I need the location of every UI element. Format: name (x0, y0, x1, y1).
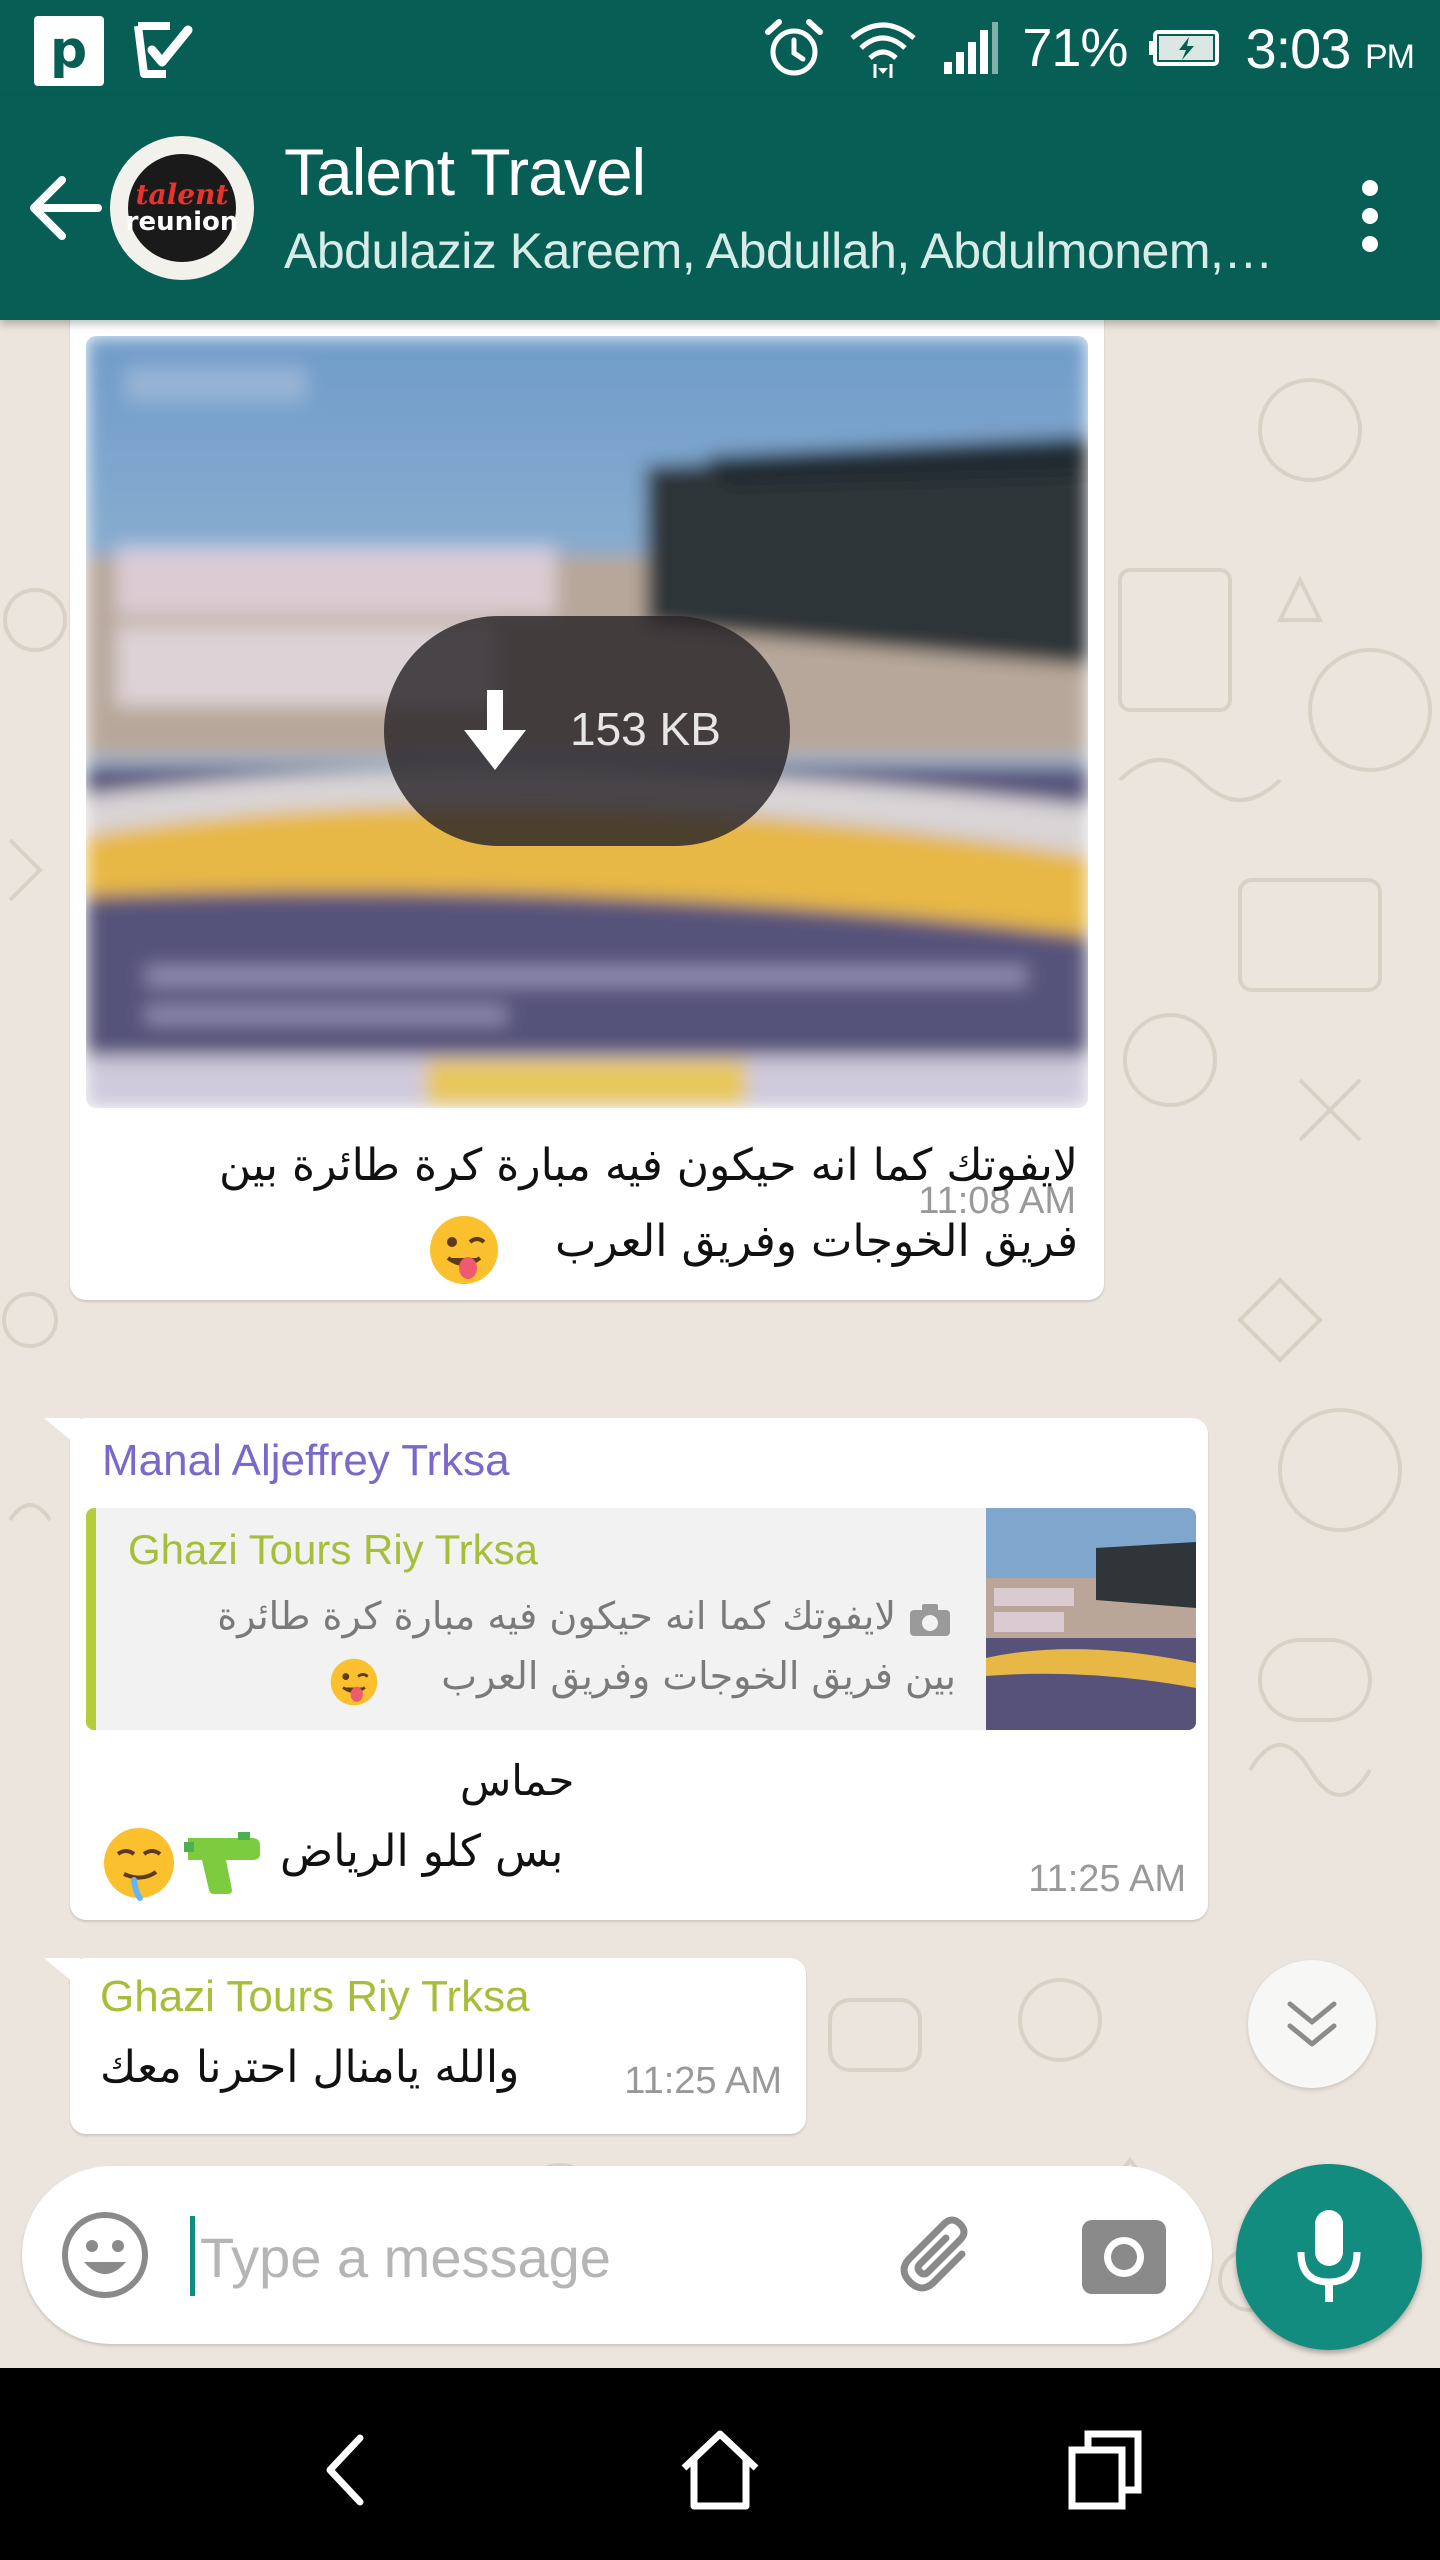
sender-name[interactable]: Ghazi Tours Riy Trksa (100, 1972, 530, 2022)
text-cursor (190, 2216, 195, 2296)
quoted-sender-name: Ghazi Tours Riy Trksa (128, 1526, 539, 1573)
message-text: والله يامنال احترنا معك (100, 2042, 520, 2093)
chat-title[interactable]: Talent Travel (284, 134, 646, 210)
message-text-line1: لايفوتك كما انه حيكون فيه مبارة كرة طائر… (219, 1140, 1078, 1191)
nav-recents-icon[interactable] (1054, 2420, 1154, 2520)
emoji-icon[interactable] (60, 2210, 150, 2300)
message-composer (22, 2166, 1212, 2344)
bubble-tail (44, 1958, 80, 1988)
paperclip-icon[interactable] (892, 2210, 988, 2306)
download-button[interactable]: 153 KB (384, 616, 790, 846)
download-arrow-icon (464, 690, 526, 770)
winking-tongue-emoji (430, 1216, 498, 1284)
message-timestamp: 11:25 AM (624, 2060, 782, 2102)
nav-back-icon[interactable] (300, 2420, 400, 2520)
status-icons: 71% 3:03 PM (762, 0, 1415, 96)
drooling-face-emoji (104, 1828, 174, 1901)
p-app-icon: p (34, 16, 104, 86)
quoted-message[interactable]: Ghazi Tours Riy Trksa لايفوتك كما انه حي… (86, 1508, 1196, 1730)
scroll-to-bottom-button[interactable] (1248, 1960, 1376, 2088)
text-message-bubble[interactable]: Ghazi Tours Riy Trksa والله يامنال احترن… (44, 1958, 806, 2134)
voice-record-button[interactable] (1236, 2164, 1422, 2350)
battery-percent: 71% (1022, 18, 1128, 78)
nav-home-icon[interactable] (670, 2420, 770, 2520)
camera-small-icon (910, 1604, 950, 1636)
double-chevron-down-icon (1287, 2001, 1337, 2047)
quoted-text-line1: لايفوتك كما انه حيكون فيه مبارة كرة طائر… (217, 1594, 896, 1638)
chat-participants[interactable]: Abdulaziz Kareem, Abdullah, Abdulmonem,… (284, 222, 1284, 280)
message-timestamp: 11:25 AM (1028, 1858, 1186, 1900)
battery-charging-icon (1149, 30, 1220, 66)
microphone-icon (1297, 2210, 1361, 2302)
group-avatar[interactable]: talent reunion (110, 136, 254, 280)
bubble-tail (44, 1418, 80, 1448)
chat-header: talent reunion Talent Travel Abdulaziz K… (0, 96, 1440, 320)
message-text-line2: بس كلو الرياض (280, 1826, 564, 1877)
overflow-menu-icon[interactable] (1340, 176, 1400, 256)
winking-tongue-emoji (330, 1658, 378, 1706)
back-arrow-icon[interactable] (26, 172, 106, 244)
download-size: 153 KB (570, 703, 721, 755)
check-task-icon (130, 16, 200, 86)
message-input[interactable] (198, 2206, 862, 2308)
clock: 3:03 PM (1245, 16, 1415, 80)
quote-accent-bar (86, 1508, 96, 1730)
alarm-icon (765, 19, 824, 76)
camera-icon[interactable] (1078, 2210, 1170, 2302)
quoted-text-line2: بين فريق الخوجات وفريق العرب (441, 1654, 956, 1698)
reply-message-bubble[interactable]: Manal Aljeffrey Trksa Ghazi Tours Riy Tr… (44, 1418, 1208, 1920)
message-text-line1: حماس (460, 1756, 575, 1805)
message-text-line2: فريق الخوجات وفريق العرب (554, 1216, 1078, 1267)
talent-reunion-logo: talent reunion (126, 154, 238, 262)
navigation-bar (0, 2368, 1440, 2560)
sender-name[interactable]: Manal Aljeffrey Trksa (102, 1436, 510, 1486)
status-bar: p 71% 3:03 PM (0, 0, 1440, 96)
message-list[interactable]: 11:08 AM 153 KB لايفوتك كما انه حيكون في… (0, 320, 1440, 2368)
quoted-image-thumbnail (986, 1508, 1196, 1730)
wifi-icon (850, 22, 916, 78)
water-pistol-emoji (184, 1832, 260, 1894)
signal-icon (944, 22, 999, 74)
